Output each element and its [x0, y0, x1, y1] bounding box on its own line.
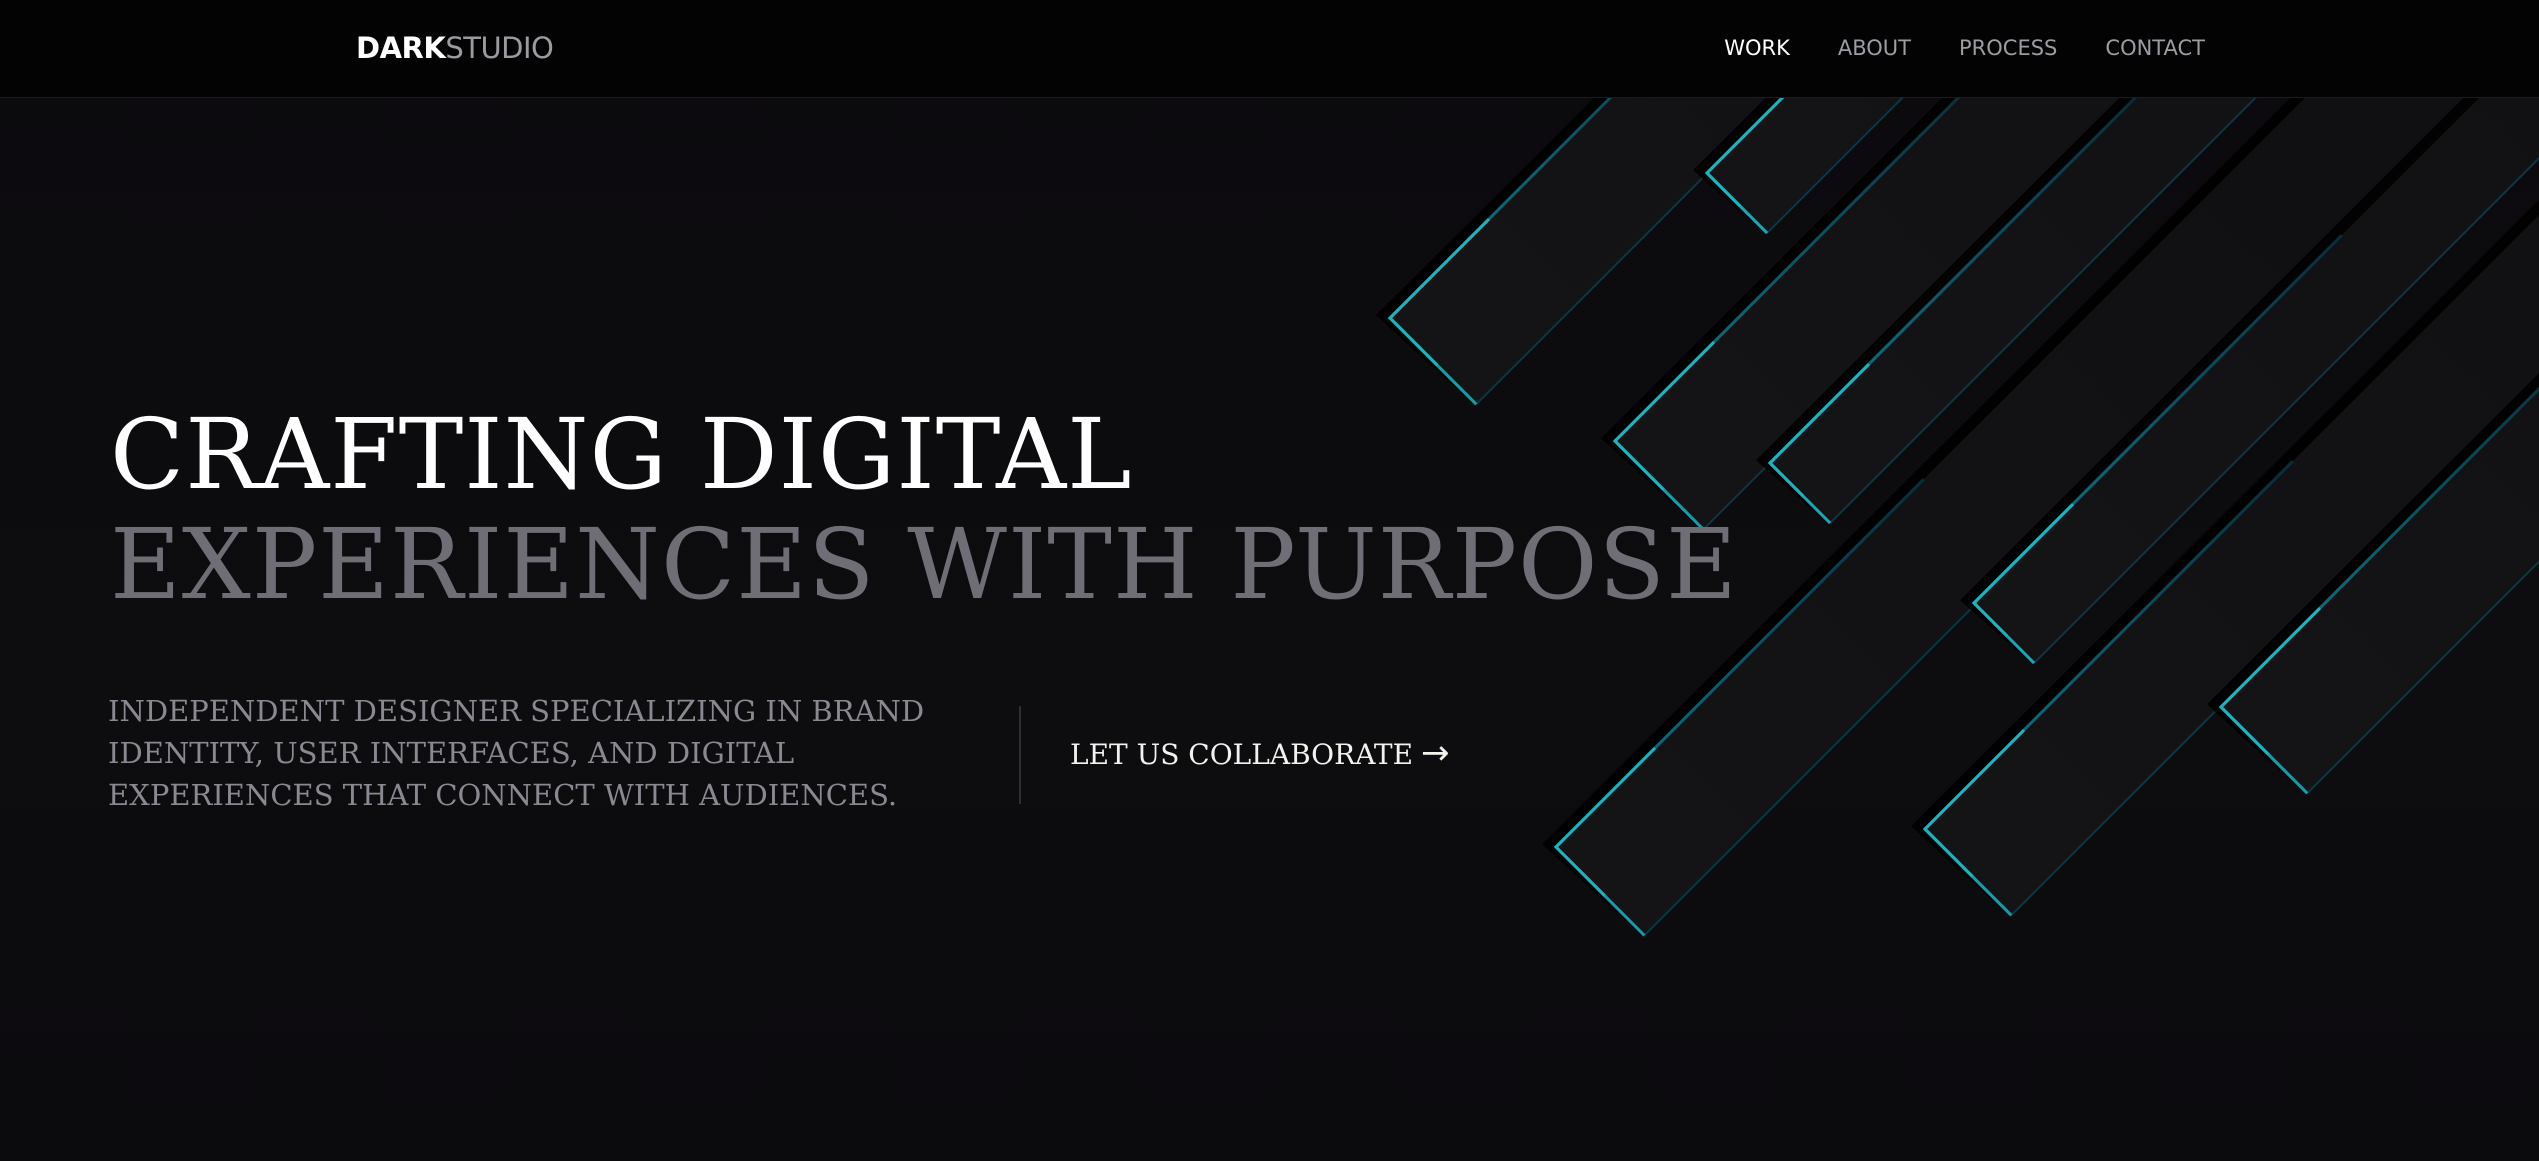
top-navigation-bar: DARKSTUDIO WORK ABOUT PROCESS CONTACT [0, 0, 2539, 98]
hero-divider [1019, 706, 1021, 804]
nav-link-about[interactable]: ABOUT [1838, 32, 1911, 64]
headline-line-2: EXPERIENCES WITH PURPOSE [110, 508, 1738, 621]
nav-link-process[interactable]: PROCESS [1959, 32, 2057, 64]
main-nav: WORK ABOUT PROCESS CONTACT [1724, 32, 2205, 64]
hero-description: INDEPENDENT DESIGNER SPECIALIZING IN BRA… [108, 694, 925, 812]
brand-logo-light: STUDIO [445, 31, 554, 65]
hero-headline: CRAFTING DIGITAL EXPERIENCES WITH PURPOS… [110, 400, 1738, 620]
collaborate-button[interactable]: LET US COLLABORATE → [1070, 733, 1450, 775]
nav-link-work[interactable]: WORK [1724, 32, 1790, 64]
headline-line-1: CRAFTING DIGITAL [110, 398, 1133, 511]
arrow-right-icon: → [1421, 733, 1450, 773]
brand-logo-bold: DARK [356, 31, 446, 65]
collaborate-button-label: LET US COLLABORATE [1070, 738, 1414, 771]
brand-logo[interactable]: DARKSTUDIO [356, 28, 554, 68]
nav-link-contact[interactable]: CONTACT [2105, 32, 2205, 64]
